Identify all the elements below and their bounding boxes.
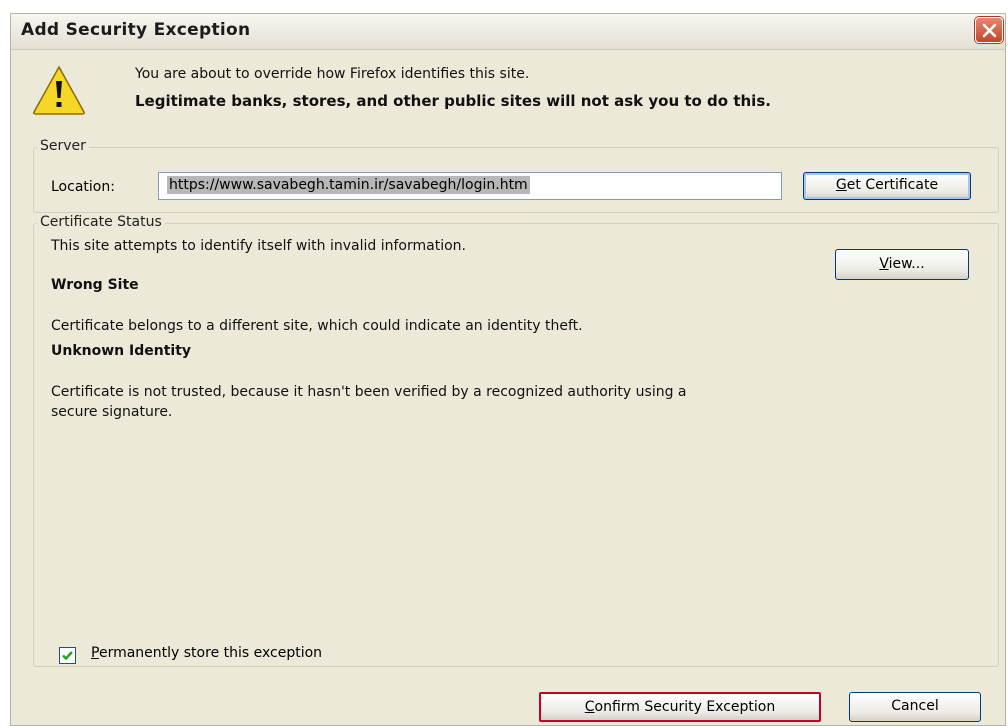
- unknown-identity-text-2: secure signature.: [51, 404, 173, 420]
- permanent-store-label[interactable]: Permanently store this exception: [91, 645, 322, 661]
- view-button[interactable]: View...: [835, 249, 969, 280]
- cancel-button[interactable]: Cancel: [849, 692, 981, 722]
- certificate-status-legend: Certificate Status: [37, 214, 165, 230]
- warning-triangle-icon: [33, 65, 85, 115]
- title-bar: Add Security Exception: [11, 14, 1005, 50]
- close-icon: [982, 23, 997, 38]
- warning-text: Legitimate banks, stores, and other publ…: [135, 92, 771, 110]
- permanent-store-checkbox[interactable]: [59, 647, 76, 664]
- unknown-identity-text: Certificate is not trusted, because it h…: [51, 384, 687, 400]
- dialog-title: Add Security Exception: [21, 20, 251, 40]
- location-value: https://www.savabegh.tamin.ir/savabegh/l…: [167, 176, 530, 194]
- confirm-security-exception-button[interactable]: Confirm Security Exception: [539, 692, 821, 722]
- get-certificate-button[interactable]: Get Certificate: [803, 172, 971, 200]
- intro-text: You are about to override how Firefox id…: [135, 66, 530, 82]
- status-summary: This site attempts to identify itself wi…: [51, 238, 466, 254]
- close-button[interactable]: [975, 17, 1003, 43]
- unknown-identity-title: Unknown Identity: [51, 343, 192, 359]
- location-label: Location:: [51, 179, 115, 195]
- server-legend: Server: [37, 138, 89, 154]
- wrong-site-text: Certificate belongs to a different site,…: [51, 318, 583, 334]
- checkmark-icon: [62, 651, 73, 661]
- wrong-site-title: Wrong Site: [51, 277, 139, 293]
- location-input[interactable]: https://www.savabegh.tamin.ir/savabegh/l…: [158, 172, 782, 200]
- certificate-status-group: [33, 223, 999, 667]
- add-security-exception-dialog: Add Security Exception You are about to …: [10, 13, 1006, 726]
